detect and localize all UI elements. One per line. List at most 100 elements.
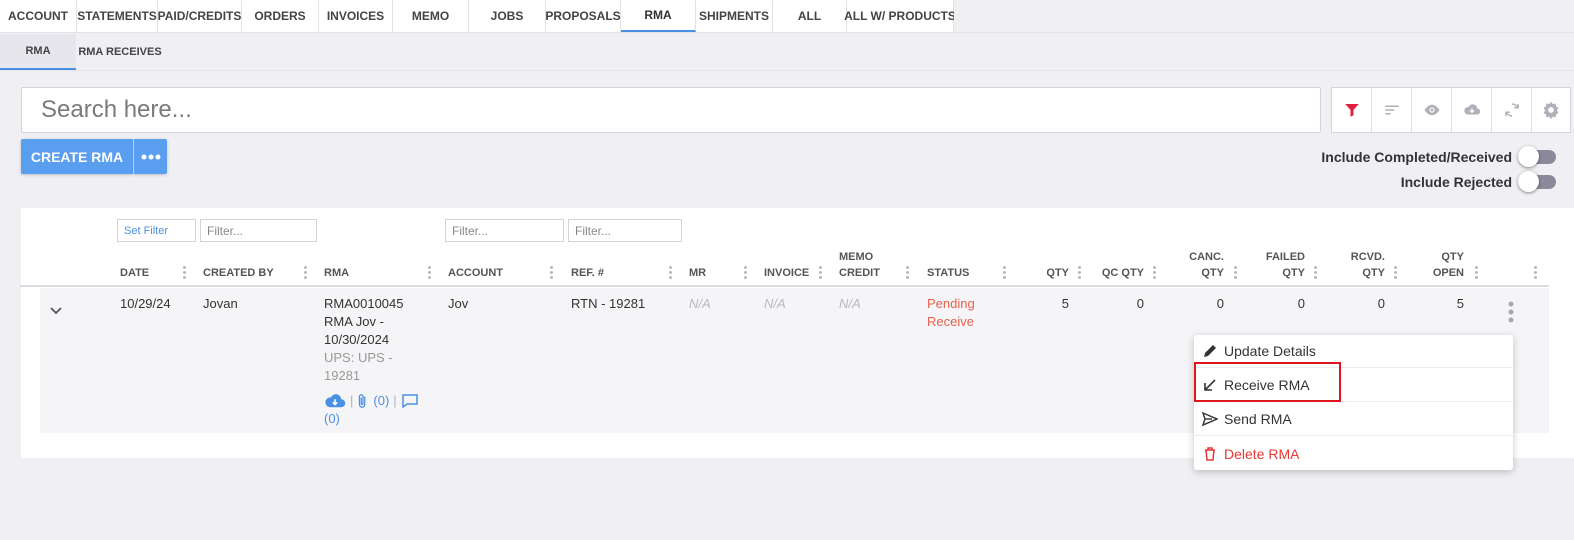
header-mr[interactable]: MR — [689, 265, 706, 281]
search-input[interactable] — [41, 96, 1320, 124]
column-menu-icon[interactable] — [669, 266, 672, 281]
tab-statements[interactable]: STATEMENTS — [77, 0, 158, 32]
cell-ref: RTN - 19281 — [571, 296, 646, 311]
include-rejected-toggle[interactable] — [1518, 171, 1556, 192]
cell-status: Pending Receive — [927, 296, 975, 329]
subtab-rma[interactable]: RMA — [0, 34, 76, 70]
tab-all[interactable]: ALL — [773, 0, 847, 32]
comments-count[interactable]: (0) — [324, 410, 340, 428]
sub-tabs: RMA RMA RECEIVES — [0, 34, 1574, 71]
eye-icon — [1424, 104, 1439, 116]
tab-account[interactable]: ACCOUNT — [0, 0, 77, 32]
refresh-icon — [1504, 103, 1519, 117]
column-menu-icon[interactable] — [1153, 266, 1156, 281]
cell-invoice: N/A — [764, 296, 786, 311]
comment-icon[interactable] — [401, 393, 419, 409]
cell-canc-qty: 0 — [1216, 296, 1224, 311]
header-account[interactable]: ACCOUNT — [448, 265, 503, 281]
tab-orders[interactable]: ORDERS — [242, 0, 319, 32]
account-filter[interactable]: Filter... — [445, 219, 564, 242]
column-menu-icon[interactable] — [1314, 266, 1317, 281]
header-failed-qty[interactable]: FAILED QTY — [1255, 249, 1305, 281]
header-qc-qty[interactable]: QC QTY — [1094, 265, 1144, 281]
column-menu-icon[interactable] — [1534, 266, 1537, 281]
tab-shipments[interactable]: SHIPMENTS — [696, 0, 773, 32]
row-actions-button[interactable] — [1508, 301, 1514, 328]
header-divider — [20, 285, 1549, 287]
cloud-download-icon[interactable] — [324, 393, 346, 409]
cell-created-by: Jovan — [203, 296, 238, 311]
menu-delete-rma[interactable]: Delete RMA — [1194, 437, 1513, 470]
separator: | — [393, 393, 397, 408]
header-ref[interactable]: REF. # — [571, 265, 604, 281]
filter-button[interactable] — [1332, 88, 1372, 132]
cell-failed-qty: 0 — [1297, 296, 1305, 311]
gear-icon — [1543, 101, 1559, 120]
created-by-filter[interactable]: Filter... — [200, 219, 317, 242]
menu-update-details[interactable]: Update Details — [1194, 335, 1513, 368]
tab-proposals[interactable]: PROPOSALS — [545, 0, 621, 32]
tab-paid-credits[interactable]: PAID/CREDITS — [158, 0, 242, 32]
column-menu-icon[interactable] — [1394, 266, 1397, 281]
column-menu-icon[interactable] — [1475, 266, 1478, 281]
tab-jobs[interactable]: JOBS — [469, 0, 546, 32]
column-menu-icon[interactable] — [183, 266, 186, 281]
column-menu-icon[interactable] — [550, 266, 553, 281]
create-rma-button[interactable]: CREATE RMA — [21, 139, 133, 174]
column-menu-icon[interactable] — [819, 266, 822, 281]
attachments-count[interactable]: (0) — [373, 392, 389, 410]
header-rma[interactable]: RMA — [324, 265, 349, 281]
include-completed-toggle[interactable] — [1518, 146, 1556, 167]
visibility-button[interactable] — [1412, 88, 1452, 132]
column-menu-icon[interactable] — [906, 266, 909, 281]
column-menu-icon[interactable] — [744, 266, 747, 281]
send-icon — [1200, 409, 1220, 429]
column-menu-icon[interactable] — [1003, 266, 1006, 281]
column-menu-icon[interactable] — [304, 266, 307, 281]
tab-all-with-products[interactable]: ALL W/ PRODUCTS — [844, 0, 956, 32]
sort-button[interactable] — [1372, 88, 1412, 132]
column-menu-icon[interactable] — [1234, 266, 1237, 281]
header-created-by[interactable]: CREATED BY — [203, 265, 274, 281]
cell-account: Jov — [448, 296, 469, 311]
column-menu-icon[interactable] — [1078, 266, 1081, 281]
column-menu-icon[interactable] — [428, 266, 431, 281]
more-vertical-icon — [1508, 301, 1514, 323]
menu-receive-rma[interactable]: Receive RMA — [1194, 369, 1513, 402]
settings-button[interactable] — [1532, 88, 1570, 132]
header-qty-open[interactable]: QTY OPEN — [1414, 249, 1464, 281]
header-date[interactable]: DATE — [120, 265, 149, 281]
toggle-row-completed: Include Completed/Received — [1321, 146, 1556, 167]
date-set-filter[interactable]: Set Filter — [117, 219, 196, 242]
subtab-rma-receives[interactable]: RMA RECEIVES — [76, 34, 164, 70]
cell-memo-credit: N/A — [839, 296, 861, 311]
more-options-button[interactable] — [134, 139, 167, 174]
cell-date: 10/29/24 — [120, 296, 171, 311]
header-invoice[interactable]: INVOICE — [764, 265, 809, 281]
header-memo-credit[interactable]: MEMO CREDIT — [839, 249, 880, 281]
cell-qty-open: 5 — [1456, 296, 1464, 311]
header-qty[interactable]: QTY — [1029, 265, 1069, 281]
tab-invoices[interactable]: INVOICES — [319, 0, 393, 32]
cell-qc-qty: 0 — [1136, 296, 1144, 311]
pencil-icon — [1200, 341, 1220, 361]
filter-icon — [1344, 104, 1359, 117]
cell-mr: N/A — [689, 296, 711, 311]
paperclip-icon[interactable] — [357, 393, 369, 409]
search-box — [21, 87, 1321, 133]
arrow-down-left-icon — [1200, 375, 1220, 395]
toolbar — [1331, 87, 1571, 133]
header-canc-qty[interactable]: CANC. QTY — [1174, 249, 1224, 281]
header-status[interactable]: STATUS — [927, 265, 969, 281]
download-button[interactable] — [1452, 88, 1492, 132]
refresh-button[interactable] — [1492, 88, 1532, 132]
ref-filter[interactable]: Filter... — [568, 219, 682, 242]
row-actions: | (0) | — [324, 392, 419, 410]
menu-send-rma[interactable]: Send RMA — [1194, 403, 1513, 436]
cell-rma[interactable]: RMA0010045 RMA Jov - 10/30/2024 UPS: UPS… — [324, 295, 404, 385]
cloud-download-icon — [1463, 104, 1480, 115]
header-rcvd-qty[interactable]: RCVD. QTY — [1335, 249, 1385, 281]
tab-rma[interactable]: RMA — [621, 0, 696, 32]
expand-row-button[interactable] — [49, 303, 63, 321]
tab-memo[interactable]: MEMO — [393, 0, 469, 32]
